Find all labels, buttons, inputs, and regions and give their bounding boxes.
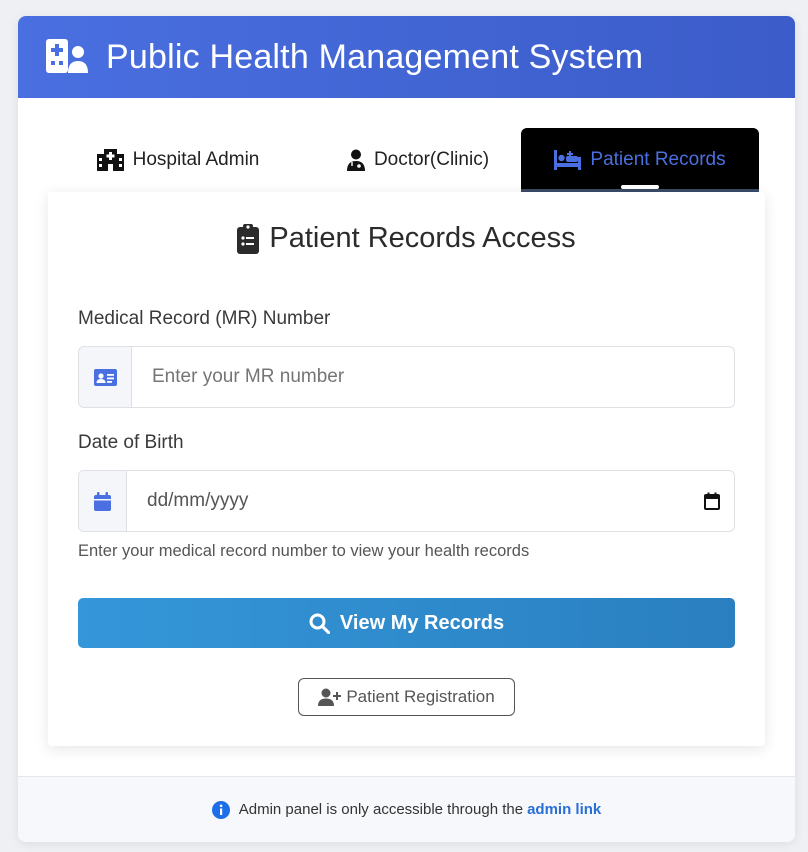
mr-number-field[interactable] <box>78 346 735 408</box>
calendar-icon <box>79 471 127 531</box>
id-card-icon <box>79 347 132 407</box>
mr-number-label: Medical Record (MR) Number <box>78 308 331 329</box>
dob-label: Date of Birth <box>78 432 184 453</box>
patient-registration-label: Patient Registration <box>346 687 495 706</box>
role-tabs: Hospital Admin Doctor(Clinic) Patient Re… <box>18 128 795 192</box>
patient-records-panel: Patient Records Access Medical Record (M… <box>48 192 765 746</box>
view-records-button[interactable]: View My Records <box>78 598 735 648</box>
tab-label: Patient Records <box>590 149 726 170</box>
mr-number-input[interactable] <box>132 366 734 388</box>
patient-registration-button[interactable]: Patient Registration <box>298 678 515 716</box>
clipboard-list-icon <box>237 223 260 254</box>
calendar-picker-icon[interactable] <box>690 492 734 510</box>
helper-text: Enter your medical record number to view… <box>78 542 530 560</box>
search-icon <box>309 613 330 634</box>
user-doctor-icon <box>346 149 365 171</box>
admin-link[interactable]: admin link <box>527 801 601 818</box>
bed-patient-icon <box>554 150 582 170</box>
tab-patient-records[interactable]: Patient Records <box>521 128 759 192</box>
dob-input[interactable]: dd/mm/yyyy <box>127 490 690 512</box>
app-header: Public Health Management System <box>18 16 795 98</box>
view-records-label: View My Records <box>339 611 505 634</box>
user-plus-icon <box>318 688 342 706</box>
panel-title-text: Patient Records Access <box>269 222 576 254</box>
tab-label: Doctor(Clinic) <box>373 149 490 170</box>
panel-title: Patient Records Access <box>48 222 765 255</box>
footer-text: Admin panel is only accessible through t… <box>238 801 524 818</box>
hospital-user-icon <box>46 38 90 76</box>
tab-label: Hospital Admin <box>132 149 260 170</box>
tab-hospital-admin[interactable]: Hospital Admin <box>68 128 288 192</box>
dob-field[interactable]: dd/mm/yyyy <box>78 470 735 532</box>
info-circle-icon <box>211 800 230 819</box>
tab-doctor-clinic[interactable]: Doctor(Clinic) <box>308 128 528 192</box>
hospital-icon <box>96 149 124 171</box>
login-card: Public Health Management System Hospital <box>18 16 795 842</box>
app-title: Public Health Management System <box>106 37 644 76</box>
footer-note: Admin panel is only accessible through t… <box>18 776 795 842</box>
